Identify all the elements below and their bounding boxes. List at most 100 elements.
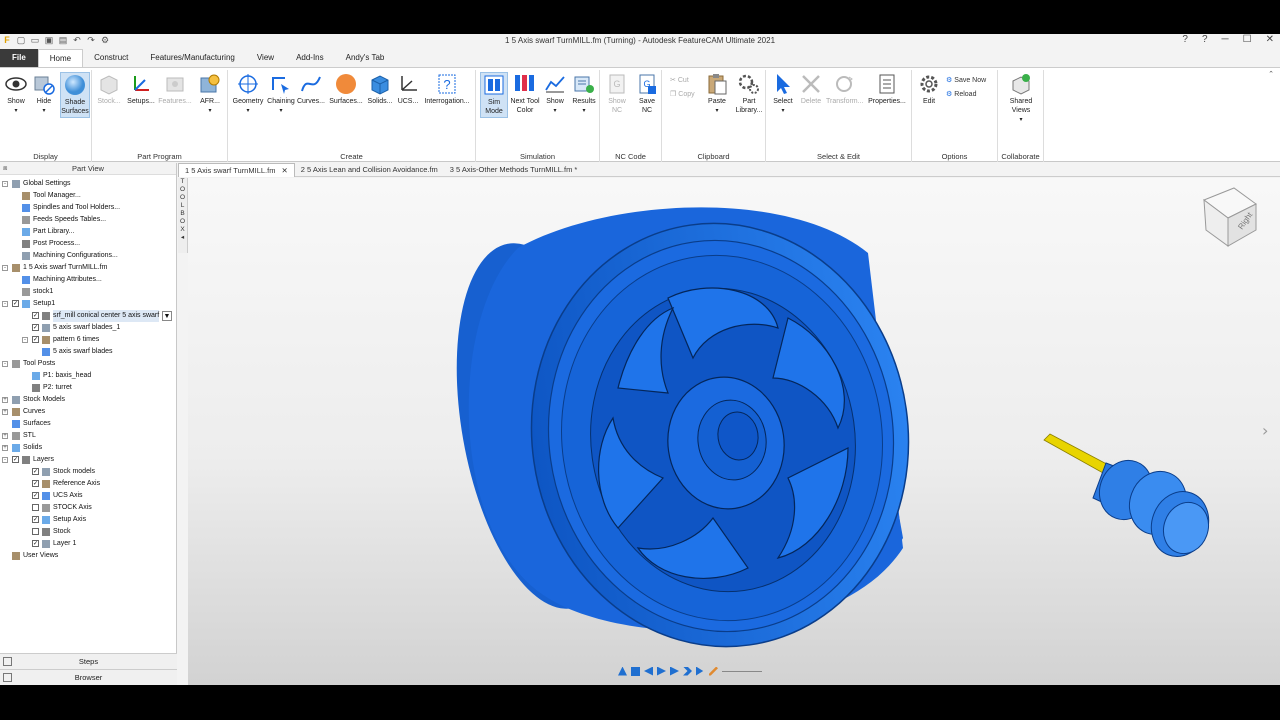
collapse-icon[interactable]: -: [22, 337, 28, 343]
tree-item[interactable]: ✓ UCS Axis: [0, 490, 176, 502]
viewcube[interactable]: Right: [1202, 187, 1257, 247]
tree-item[interactable]: Machining Attributes...: [0, 274, 176, 286]
tree-item[interactable]: ✓ srf_mill conical center 5 axis swarf ▼: [0, 310, 176, 322]
tree-item[interactable]: + STL: [0, 430, 176, 442]
tab-steps[interactable]: Steps: [0, 653, 177, 669]
impeller-part[interactable]: [431, 199, 936, 671]
collapse-icon[interactable]: -: [2, 301, 8, 307]
visibility-checkbox[interactable]: ✓: [32, 336, 39, 343]
tree-item[interactable]: + Stock Models: [0, 394, 176, 406]
properties-button[interactable]: Properties...: [866, 72, 908, 106]
cutting-tool[interactable]: [1043, 433, 1218, 565]
cut-button[interactable]: ✂ Cut: [670, 76, 689, 85]
visibility-checkbox[interactable]: ✓: [12, 456, 19, 463]
tree-item[interactable]: - Global Settings: [0, 178, 176, 190]
paste-button[interactable]: Paste ▾: [704, 72, 730, 116]
tab-view[interactable]: View: [246, 49, 285, 67]
visibility-checkbox[interactable]: ✓: [12, 300, 19, 307]
graphics-viewport[interactable]: Right ›: [188, 178, 1280, 685]
visibility-checkbox[interactable]: ✓: [32, 312, 39, 319]
tree-item[interactable]: ✓ Reference Axis: [0, 478, 176, 490]
tree-item[interactable]: ✓ Setup Axis: [0, 514, 176, 526]
tree-item[interactable]: ✓ Stock models: [0, 466, 176, 478]
collapse-icon[interactable]: -: [2, 457, 8, 463]
save-now-button[interactable]: ⚙ Save Now: [946, 76, 986, 85]
help-community-button[interactable]: ?: [1182, 34, 1188, 45]
edit-options-button[interactable]: Edit: [916, 72, 942, 106]
tree-item[interactable]: P1: baxis_head: [0, 370, 176, 382]
collapse-icon[interactable]: -: [2, 361, 8, 367]
tree-item[interactable]: - 1 5 Axis swarf TurnMILL.fm: [0, 262, 176, 274]
tree-item[interactable]: User Views: [0, 550, 176, 562]
surfaces-button[interactable]: Surfaces...: [328, 72, 364, 106]
geometry-button[interactable]: Geometry ▾: [232, 72, 264, 116]
tree-item[interactable]: P2: turret: [0, 382, 176, 394]
ucs-button[interactable]: UCS...: [396, 72, 420, 106]
tree-item[interactable]: ✓ 5 axis swarf blades_1: [0, 322, 176, 334]
visibility-checkbox[interactable]: [32, 504, 39, 511]
save-nc-button[interactable]: G Save NC: [634, 72, 660, 115]
select-button[interactable]: Select ▾: [770, 72, 796, 116]
results-button[interactable]: Results ▾: [570, 72, 598, 116]
reload-button[interactable]: ⚙ Reload: [946, 90, 976, 99]
stock-button[interactable]: Stock...: [96, 72, 122, 106]
tab-add-ins[interactable]: Add-Ins: [285, 49, 335, 67]
afr-button[interactable]: AFR... ▾: [196, 72, 224, 116]
expand-icon[interactable]: +: [2, 397, 8, 403]
tree-item[interactable]: Stock: [0, 526, 176, 538]
pencil-icon[interactable]: [709, 666, 718, 676]
help-button[interactable]: ?: [1202, 34, 1208, 45]
transform-button[interactable]: Transform...: [826, 72, 863, 106]
step-back-icon[interactable]: [644, 666, 653, 676]
tree-item[interactable]: Spindles and Tool Holders...: [0, 202, 176, 214]
curves-button[interactable]: Curves...: [296, 72, 326, 106]
tree-item[interactable]: stock1: [0, 286, 176, 298]
sim-show-button[interactable]: Show ▾: [542, 72, 568, 116]
ribbon-collapse-icon[interactable]: ⌃: [1268, 70, 1274, 78]
interrogation-button[interactable]: ? Interrogation...: [422, 72, 472, 106]
speed-slider[interactable]: [722, 670, 762, 672]
sim-mode-button[interactable]: Sim Mode: [480, 72, 508, 118]
visibility-checkbox[interactable]: ✓: [32, 540, 39, 547]
expand-icon[interactable]: +: [2, 445, 8, 451]
show-nc-button[interactable]: G Show NC: [604, 72, 630, 115]
visibility-checkbox[interactable]: ✓: [32, 480, 39, 487]
play-home-icon[interactable]: [618, 666, 627, 676]
step-forward-icon[interactable]: [670, 666, 679, 676]
tree-item[interactable]: Tool Manager...: [0, 190, 176, 202]
tab-andys-tab[interactable]: Andy's Tab: [335, 49, 396, 67]
close-tab-icon[interactable]: ✕: [281, 164, 287, 177]
features-button[interactable]: Features...: [158, 72, 192, 106]
tab-file[interactable]: File: [0, 49, 38, 67]
fast-forward-icon[interactable]: [683, 666, 692, 676]
solids-button[interactable]: Solids...: [366, 72, 394, 106]
tree-item[interactable]: Machining Configurations...: [0, 250, 176, 262]
stop-icon[interactable]: [631, 666, 640, 676]
expand-icon[interactable]: +: [2, 433, 8, 439]
tree-item[interactable]: STOCK Axis: [0, 502, 176, 514]
tree-item[interactable]: Part Library...: [0, 226, 176, 238]
delete-button[interactable]: Delete: [798, 72, 824, 106]
collapse-arrow-icon[interactable]: ◂: [178, 234, 187, 242]
end-icon[interactable]: [696, 666, 704, 676]
doc-tab-1[interactable]: 1 5 Axis swarf TurnMILL.fm ✕: [178, 163, 295, 177]
minimize-button[interactable]: ─: [1222, 34, 1229, 45]
visibility-checkbox[interactable]: ✓: [32, 516, 39, 523]
part-library-button[interactable]: Part Library...: [734, 72, 764, 115]
tree-item[interactable]: - ✓ pattern 6 times: [0, 334, 176, 346]
setups-button[interactable]: Setups...: [126, 72, 156, 106]
shared-views-button[interactable]: Shared Views ▾: [1004, 72, 1038, 125]
visibility-checkbox[interactable]: ✓: [32, 468, 39, 475]
tab-browser[interactable]: Browser: [0, 669, 177, 685]
toolbox-strip[interactable]: T O O L B O X ◂: [178, 178, 188, 253]
expand-icon[interactable]: +: [2, 409, 8, 415]
play-icon[interactable]: [657, 666, 666, 676]
show-button[interactable]: Show ▾: [4, 72, 28, 116]
pin-icon[interactable]: ⧈: [3, 163, 7, 175]
maximize-button[interactable]: ☐: [1243, 34, 1252, 45]
chaining-button[interactable]: Chaining ▾: [266, 72, 296, 116]
hide-button[interactable]: Hide ▾: [32, 72, 56, 116]
tree-item[interactable]: ✓ Layer 1: [0, 538, 176, 550]
tree-item[interactable]: - ✓ Layers: [0, 454, 176, 466]
tree-item[interactable]: + Solids: [0, 442, 176, 454]
